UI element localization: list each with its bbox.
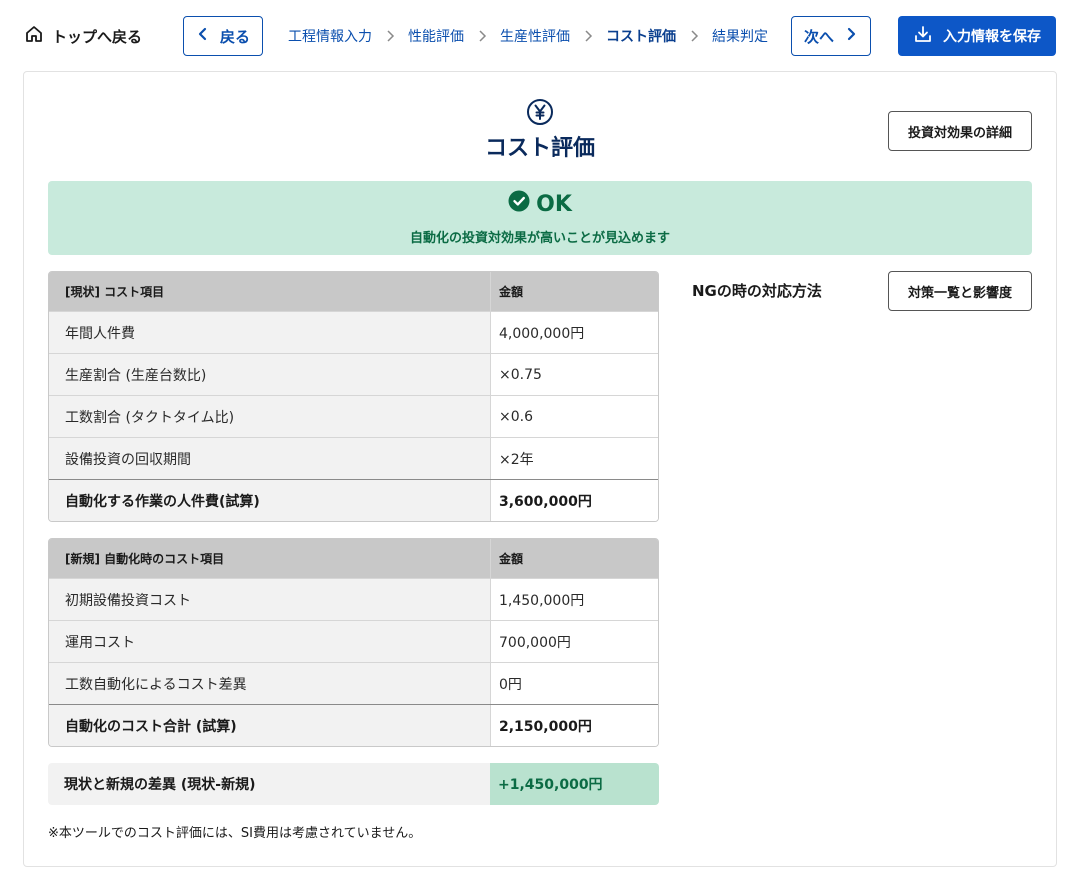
cost-item-value: 1,450,000円 — [491, 579, 658, 620]
home-icon — [24, 24, 44, 48]
cost-item-label: 設備投資の回収期間 — [49, 438, 491, 479]
cost-item-label: 初期設備投資コスト — [49, 579, 491, 620]
cost-item-value: ×2年 — [491, 438, 658, 479]
back-button-label: 戻る — [219, 27, 250, 46]
page-title: コスト評価 — [484, 136, 595, 161]
table-row: 運用コスト 700,000円 — [49, 620, 658, 662]
cost-item-value: ×0.6 — [491, 396, 658, 437]
step-breadcrumb: 工程情報入力 性能評価 生産性評価 コスト評価 結果判定 — [288, 24, 768, 48]
chevron-left-icon — [196, 27, 210, 45]
table-row: 生産割合 (生産台数比) ×0.75 — [49, 353, 658, 395]
chevron-right-icon — [464, 24, 500, 48]
total-label: 自動化のコスト合計 (試算) — [49, 705, 491, 746]
chevron-right-icon — [570, 24, 606, 48]
home-link[interactable]: トップへ戻る — [24, 24, 142, 48]
result-message: 自動化の投資対効果が高いことが見込めます — [409, 231, 670, 246]
download-icon — [913, 24, 933, 48]
table-total-row: 自動化のコスト合計 (試算) 2,150,000円 — [49, 704, 658, 746]
result-status-label: OK — [536, 191, 572, 217]
cost-item-value: 700,000円 — [491, 621, 658, 662]
measures-impact-button[interactable]: 対策一覧と影響度 — [888, 271, 1032, 311]
step-cost-current[interactable]: コスト評価 — [606, 26, 676, 46]
header-amount: 金額 — [491, 272, 658, 311]
chevron-right-icon — [676, 24, 712, 48]
step-performance[interactable]: 性能評価 — [408, 26, 464, 46]
header-cost-item: [新規] 自動化時のコスト項目 — [49, 539, 491, 578]
chevron-right-icon — [844, 27, 858, 45]
header-amount: 金額 — [491, 539, 658, 578]
difference-value: +1,450,000円 — [490, 763, 659, 805]
table-row: 初期設備投資コスト 1,450,000円 — [49, 578, 658, 620]
home-link-label: トップへ戻る — [52, 27, 143, 46]
ng-section-title: NGの時の対応方法 — [692, 282, 822, 300]
next-button[interactable]: 次へ — [791, 16, 871, 56]
header-cost-item: [現状] コスト項目 — [49, 272, 491, 311]
chevron-right-icon — [372, 24, 408, 48]
difference-label: 現状と新規の差異 (現状-新規) — [48, 763, 490, 805]
difference-row: 現状と新規の差異 (現状-新規) +1,450,000円 — [48, 763, 659, 805]
total-value: 3,600,000円 — [491, 480, 658, 521]
table-row: 工数自動化によるコスト差異 0円 — [49, 662, 658, 704]
table-row: 工数割合 (タクトタイム比) ×0.6 — [49, 395, 658, 437]
current-cost-table: [現状] コスト項目 金額 年間人件費 4,000,000円 生産割合 (生産台… — [48, 271, 659, 522]
next-button-label: 次へ — [803, 27, 834, 46]
cost-item-value: 4,000,000円 — [491, 312, 658, 353]
yen-icon — [526, 98, 554, 126]
check-circle-icon — [508, 190, 530, 218]
table-header: [現状] コスト項目 金額 — [49, 272, 658, 311]
cost-item-value: 0円 — [491, 663, 658, 704]
save-button-label: 入力情報を保存 — [943, 29, 1041, 45]
table-row: 年間人件費 4,000,000円 — [49, 311, 658, 353]
cost-item-label: 生産割合 (生産台数比) — [49, 354, 491, 395]
cost-item-value: ×0.75 — [491, 354, 658, 395]
top-navigation-bar: トップへ戻る 戻る 工程情報入力 性能評価 生産性評価 コスト評価 結果判定 次… — [0, 0, 1080, 72]
total-value: 2,150,000円 — [491, 705, 658, 746]
back-button[interactable]: 戻る — [183, 16, 263, 56]
total-label: 自動化する作業の人件費(試算) — [49, 480, 491, 521]
step-productivity[interactable]: 生産性評価 — [500, 26, 570, 46]
table-total-row: 自動化する作業の人件費(試算) 3,600,000円 — [49, 479, 658, 521]
cost-item-label: 工数自動化によるコスト差異 — [49, 663, 491, 704]
cost-item-label: 年間人件費 — [49, 312, 491, 353]
table-row: 設備投資の回収期間 ×2年 — [49, 437, 658, 479]
table-header: [新規] 自動化時のコスト項目 金額 — [49, 539, 658, 578]
result-status: OK — [0, 190, 1080, 218]
step-result[interactable]: 結果判定 — [712, 26, 768, 46]
investment-detail-button[interactable]: 投資対効果の詳細 — [888, 111, 1032, 151]
save-button[interactable]: 入力情報を保存 — [898, 16, 1056, 56]
step-process-input[interactable]: 工程情報入力 — [288, 26, 372, 46]
footnote: ※本ツールでのコスト評価には、SI費用は考慮されていません。 — [48, 826, 422, 841]
cost-item-label: 運用コスト — [49, 621, 491, 662]
cost-item-label: 工数割合 (タクトタイム比) — [49, 396, 491, 437]
new-cost-table: [新規] 自動化時のコスト項目 金額 初期設備投資コスト 1,450,000円 … — [48, 538, 659, 747]
